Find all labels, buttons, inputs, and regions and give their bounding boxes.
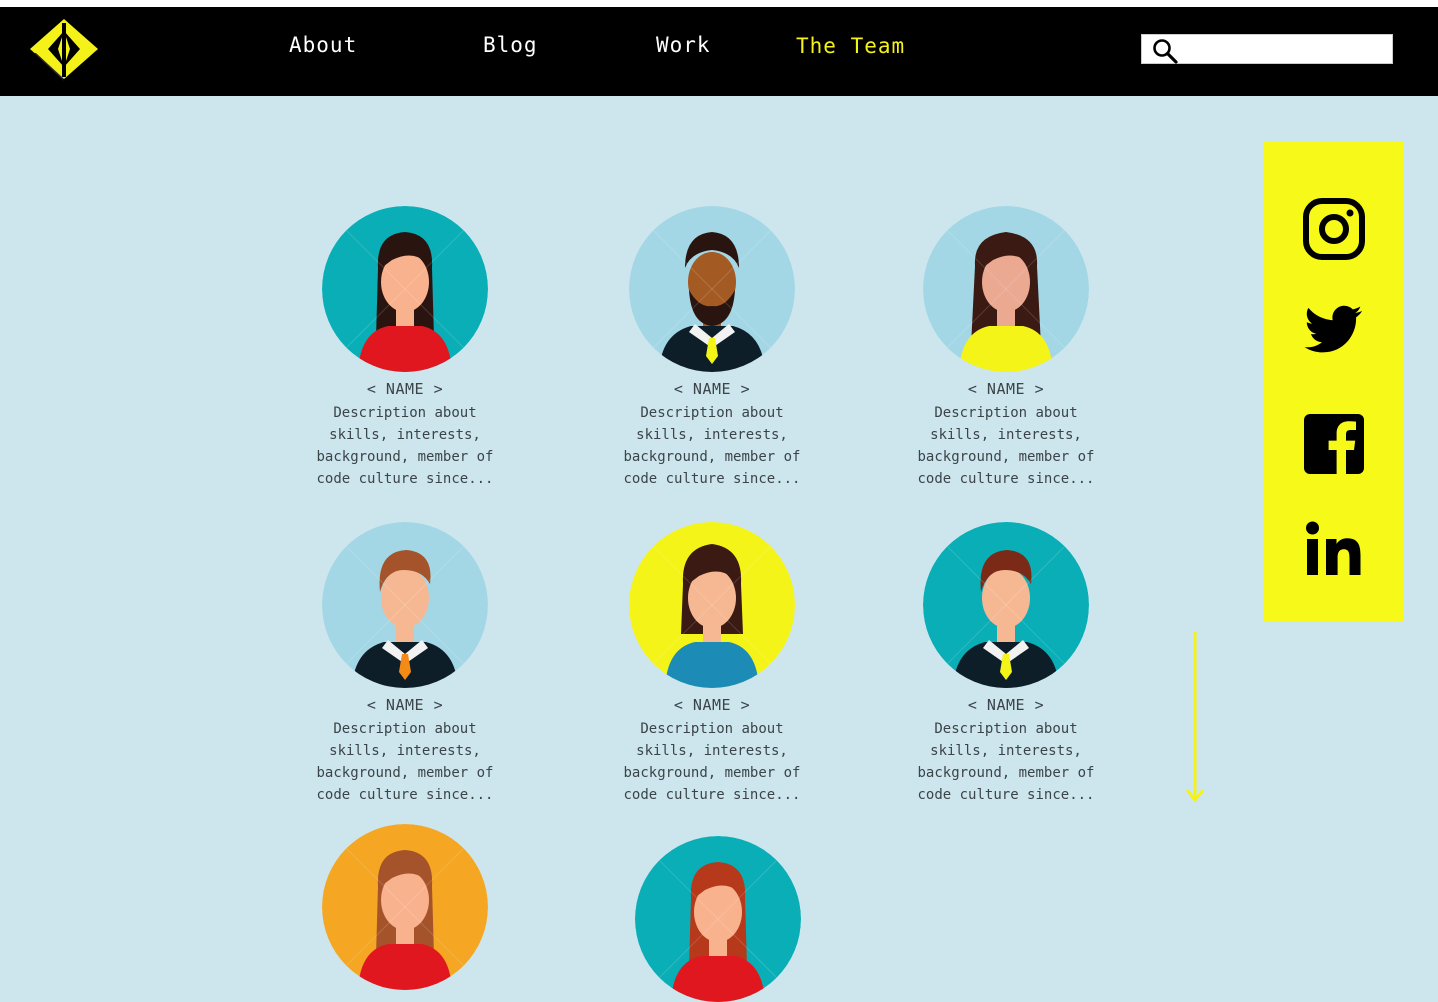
facebook-icon[interactable]: [1302, 412, 1366, 476]
search-input[interactable]: [1182, 37, 1391, 63]
nav-about[interactable]: About: [289, 33, 357, 57]
member-name: < NAME >: [366, 380, 444, 398]
member-name: < NAME >: [673, 696, 751, 714]
team-member-card: < NAME > Description about skills, inter…: [612, 206, 812, 490]
member-name: < NAME >: [967, 696, 1045, 714]
member-description: Description about skills, interests, bac…: [316, 721, 494, 803]
avatar: [629, 522, 795, 688]
member-name: < NAME >: [366, 696, 444, 714]
instagram-icon[interactable]: [1302, 197, 1366, 261]
search-box[interactable]: [1141, 34, 1393, 64]
navbar: About Blog Work The Team: [0, 7, 1438, 96]
top-strip: [0, 0, 1438, 7]
avatar: [635, 836, 801, 1002]
member-description: Description about skills, interests, bac…: [623, 721, 801, 803]
nav-blog[interactable]: Blog: [483, 33, 538, 57]
avatar: [322, 206, 488, 372]
member-description: Description about skills, interests, bac…: [316, 405, 494, 487]
social-panel: [1264, 142, 1404, 621]
member-description: Description about skills, interests, bac…: [917, 405, 1095, 487]
logo-icon[interactable]: [28, 17, 100, 81]
avatar: [923, 522, 1089, 688]
member-description: Description about skills, interests, bac…: [917, 721, 1095, 803]
member-name: < NAME >: [967, 380, 1045, 398]
twitter-icon[interactable]: [1302, 297, 1366, 361]
team-member-card: < NAME > Description about skills, inter…: [906, 522, 1106, 806]
nav-work[interactable]: Work: [656, 33, 711, 57]
avatar: [629, 206, 795, 372]
team-member-card: < NAME > Description about skills, inter…: [612, 522, 812, 806]
avatar: [322, 522, 488, 688]
team-member-card: < NAME > Description about skills, inter…: [906, 206, 1106, 490]
team-member-card: [618, 836, 818, 1002]
avatar: [923, 206, 1089, 372]
team-member-card: < NAME > Description about skills, inter…: [305, 206, 505, 490]
member-description: Description about skills, interests, bac…: [623, 405, 801, 487]
search-icon[interactable]: [1152, 38, 1178, 64]
linkedin-icon[interactable]: [1302, 517, 1366, 581]
team-member-card: < NAME > Description about skills, inter…: [305, 522, 505, 806]
member-name: < NAME >: [673, 380, 751, 398]
scroll-down-arrow-icon[interactable]: [1184, 630, 1206, 806]
team-member-card: [305, 824, 505, 990]
avatar: [322, 824, 488, 990]
nav-the-team[interactable]: The Team: [796, 34, 905, 58]
